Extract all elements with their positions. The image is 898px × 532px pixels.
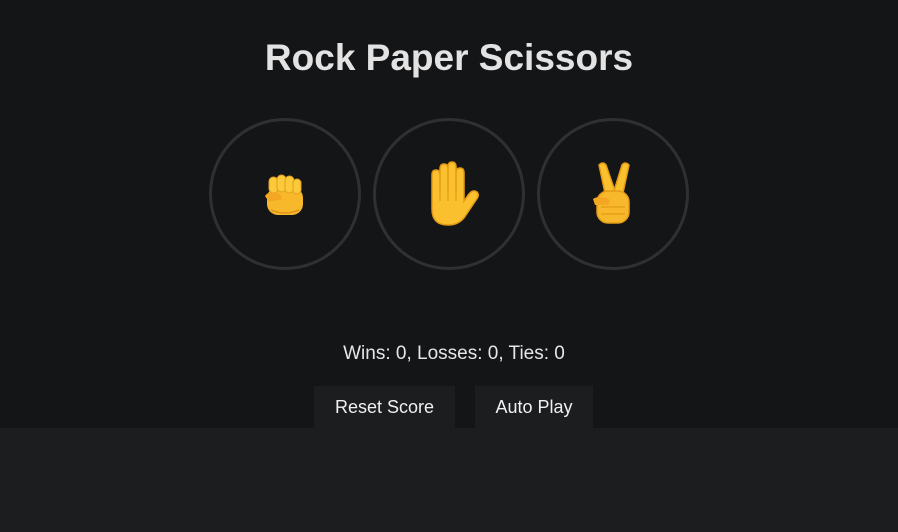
reset-score-button[interactable]: Reset Score xyxy=(314,386,455,428)
move-buttons xyxy=(209,118,689,270)
auto-play-button[interactable]: Auto Play xyxy=(475,386,593,428)
page-title: Rock Paper Scissors xyxy=(264,37,634,78)
score-text: Wins: 0, Losses: 0, Ties: 0 xyxy=(343,343,565,364)
paper-button[interactable] xyxy=(373,118,525,270)
victory-hand-icon xyxy=(593,162,630,224)
raised-hand-icon xyxy=(431,161,480,226)
scissors-button[interactable] xyxy=(537,118,689,270)
raised-fist-icon xyxy=(265,174,303,215)
game-container: Rock Paper Scissors Wins: 0, Losses: 0, … xyxy=(0,0,898,428)
control-buttons: Reset Score Auto Play xyxy=(314,386,593,428)
rock-button[interactable] xyxy=(209,118,361,270)
